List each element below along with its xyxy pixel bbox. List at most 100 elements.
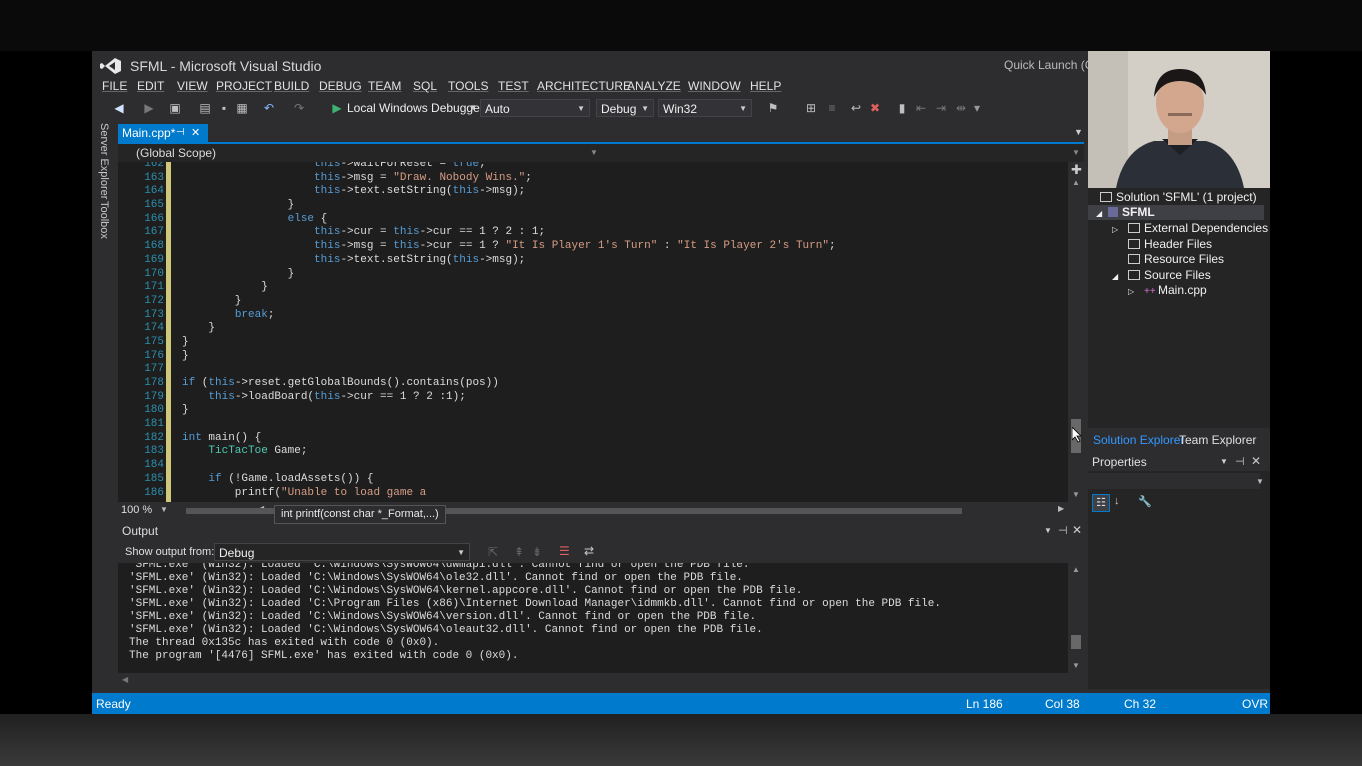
scroll-left-icon[interactable]: ◀ [122,675,128,684]
align-icon[interactable]: ≡ [825,101,839,115]
tab-main-cpp[interactable]: Main.cpp* ⊣ ✕ [118,124,208,142]
auto-hide-pin-icon[interactable]: ⊣ [1235,455,1245,468]
tab-overflow-icon[interactable]: ▼ [1074,127,1083,137]
navigate-forward-icon[interactable]: ▶ [142,101,156,115]
menu-view[interactable]: VIEW [177,79,208,93]
tree-item-main-cpp[interactable]: ▷ ++ Main.cpp [1128,283,1207,298]
close-icon[interactable]: ✕ [1251,454,1261,468]
menu-file[interactable]: FILE [102,79,127,93]
close-icon[interactable]: ✕ [191,124,200,142]
debugger-button[interactable]: Local Windows Debugger [347,101,484,115]
quick-launch-input[interactable]: Quick Launch (C [1004,58,1093,72]
output-vertical-scrollbar[interactable]: ▲ ▼ [1068,563,1084,673]
zoom-level-combo[interactable]: 100 % ▼ [118,503,171,517]
code-text: } [182,322,216,335]
alphabetical-icon[interactable]: ↓ [1114,495,1120,507]
uncomment-icon[interactable]: ✖ [868,101,882,115]
menu-tools[interactable]: TOOLS [448,79,488,93]
output-scroll-thumb[interactable] [1071,635,1081,649]
layout-icon[interactable]: ⊞ [804,101,818,115]
code-line: 177 [118,363,164,377]
code-text: } [182,199,295,212]
scroll-down-icon[interactable]: ▼ [1072,661,1080,670]
previous-message-icon[interactable]: ⇞ [514,545,524,559]
save-icon[interactable]: ▪ [217,101,231,115]
start-debugging-icon[interactable]: ▶ [330,101,344,115]
toolbox-tab[interactable]: Toolbox [98,201,110,239]
window-title: SFML - Microsoft Visual Studio [130,58,322,74]
code-line: 171 } [118,281,268,295]
find-in-files-icon[interactable]: ⚑ [766,101,780,115]
find-message-icon[interactable]: ⇱ [488,545,498,559]
navigate-back-icon[interactable]: ◀ [112,101,126,115]
menu-edit[interactable]: EDIT [137,79,164,93]
tree-item-external-dependencies[interactable]: ▷ External Dependencies [1112,221,1268,236]
line-number: 185 [144,472,164,485]
window-position-icon[interactable]: ▼ [1044,526,1052,535]
menu-debug[interactable]: DEBUG [319,79,362,93]
output-panel-title: Output [122,524,159,538]
scroll-up-icon[interactable]: ▲ [1072,565,1080,574]
menu-analyze[interactable]: ANALYZE [627,79,681,93]
menu-build[interactable]: BUILD [274,79,309,93]
menu-help[interactable]: HELP [750,79,781,93]
menu-window[interactable]: WINDOW [688,79,741,93]
comment-icon[interactable]: ↩ [849,101,863,115]
tree-item-header-files[interactable]: Header Files [1128,237,1212,252]
output-horizontal-scrollbar[interactable]: ◀ [118,673,1084,687]
configuration-combo[interactable]: Debug ▼ [596,99,654,117]
scope-dropdown[interactable]: (Global Scope) [136,146,216,160]
save-all-icon[interactable]: ▦ [235,101,249,115]
tab-team-explorer[interactable]: Team Explorer [1179,433,1256,447]
scroll-down-icon[interactable]: ▼ [1072,490,1080,499]
project-node-sfml[interactable]: ◢ SFML [1088,205,1264,220]
prev-bookmark-icon[interactable]: ⇤ [914,101,928,115]
output-text-area[interactable]: 'SFML.exe' (Win32): Loaded 'C:\Windows\S… [118,563,1068,673]
bookmark-icon[interactable]: ▮ [895,101,909,115]
chevron-down-icon[interactable]: ▼ [469,103,477,112]
clear-all-icon[interactable]: ☰ [559,544,570,558]
pin-icon[interactable]: ⊣ [176,124,185,142]
split-icon[interactable]: ✚ [1071,162,1082,178]
code-editor[interactable]: 162 this->waitForReset = true; 163 this->… [118,162,1068,502]
property-pages-icon[interactable]: 🔧 [1138,495,1152,508]
menu-test[interactable]: TEST [498,79,529,93]
auto-hide-pin-icon[interactable]: ⊣ [1058,524,1068,537]
platform-combo[interactable]: Win32 ▼ [658,99,752,117]
next-message-icon[interactable]: ⇟ [532,545,542,559]
clear-bookmarks-icon[interactable]: ⇹ [954,101,968,115]
undo-icon[interactable]: ↶ [262,101,276,115]
tab-label: Main.cpp* [122,126,176,140]
output-source-combo[interactable]: Debug ▼ [214,543,470,561]
solution-config-combo[interactable]: Auto ▼ [480,99,590,117]
menu-architecture[interactable]: ARCHITECTURE [537,79,631,93]
scroll-up-icon[interactable]: ▲ [1072,178,1080,187]
tab-solution-explorer[interactable]: Solution Explorer [1093,433,1184,447]
categorized-icon[interactable]: ☷ [1092,494,1110,512]
status-text: Ready [96,697,131,711]
window-position-icon[interactable]: ▼ [1220,457,1228,466]
webcam-overlay [1088,51,1270,188]
tree-item-source-files[interactable]: ◢ Source Files [1112,268,1211,283]
tree-item-resource-files[interactable]: Resource Files [1128,252,1224,267]
properties-object-combo[interactable]: ▼ [1088,473,1264,489]
chevron-down-icon[interactable]: ▼ [1072,148,1080,157]
new-project-icon[interactable]: ▣ [168,101,182,115]
close-icon[interactable]: ✕ [1072,523,1082,537]
redo-icon[interactable]: ↷ [292,101,306,115]
menu-project[interactable]: PROJECT [216,79,272,93]
next-bookmark-icon[interactable]: ⇥ [934,101,948,115]
toggle-word-wrap-icon[interactable]: ⇄ [584,544,594,558]
code-text: this->loadBoard(this->cur == 1 ? 2 :1); [208,390,466,403]
server-explorer-tab[interactable]: Server Explorer [98,123,110,199]
folder-icon [1128,223,1140,233]
open-file-icon[interactable]: ▤ [198,101,212,115]
toolbar-overflow-icon[interactable]: ▾ [970,101,984,115]
solution-node[interactable]: Solution 'SFML' (1 project) [1100,190,1257,205]
scroll-right-icon[interactable]: ▶ [1058,504,1064,513]
code-line: 166 else { [118,213,327,227]
menu-sql[interactable]: SQL [413,79,437,93]
code-line: 168 this->msg = this->cur == 1 ? "It Is … [118,240,835,254]
chevron-down-icon[interactable]: ▼ [590,148,598,157]
menu-team[interactable]: TEAM [368,79,401,93]
